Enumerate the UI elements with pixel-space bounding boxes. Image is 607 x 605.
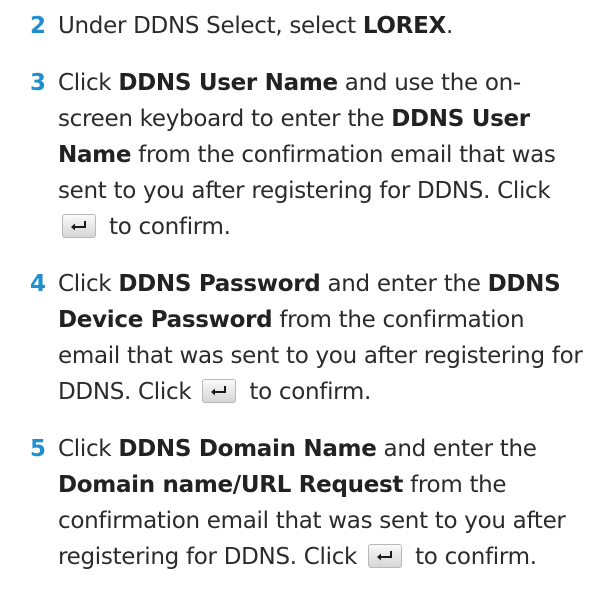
step-number: 3	[30, 70, 47, 96]
step-text: Click DDNS Domain Name and enter the Dom…	[58, 436, 566, 570]
enter-key-icon	[62, 213, 96, 238]
enter-key-icon	[202, 378, 237, 403]
step-item: 5 Click DDNS Domain Name and enter the Do…	[30, 431, 593, 575]
step-text: Click DDNS User Name and use the on-scre…	[58, 70, 556, 240]
step-number: 4	[30, 271, 47, 297]
step-list: 2 Under DDNS Select, select LOREX. 3 Click …	[30, 8, 593, 575]
enter-key-icon	[368, 543, 403, 568]
step-number: 5	[30, 436, 47, 462]
step-item: 4 Click DDNS Password and enter the DDNS …	[30, 266, 593, 410]
bold-term: DDNS User Name	[118, 70, 338, 96]
step-text: Click DDNS Password and enter the DDNS D…	[58, 271, 583, 405]
bold-term: LOREX	[362, 13, 446, 39]
step-item: 2 Under DDNS Select, select LOREX.	[30, 8, 593, 44]
bold-term: Domain name/URL Request	[58, 472, 404, 498]
bold-term: DDNS Password	[118, 271, 321, 297]
bold-term: DDNS Domain Name	[118, 436, 377, 462]
step-number: 2	[30, 13, 47, 39]
step-text: Under DDNS Select, select LOREX.	[58, 13, 453, 39]
bold-term: DDNS User Name	[58, 106, 530, 168]
instruction-page: 2 Under DDNS Select, select LOREX. 3 Click …	[0, 0, 607, 605]
step-item: 3 Click DDNS User Name and use the on-scr…	[30, 65, 593, 245]
